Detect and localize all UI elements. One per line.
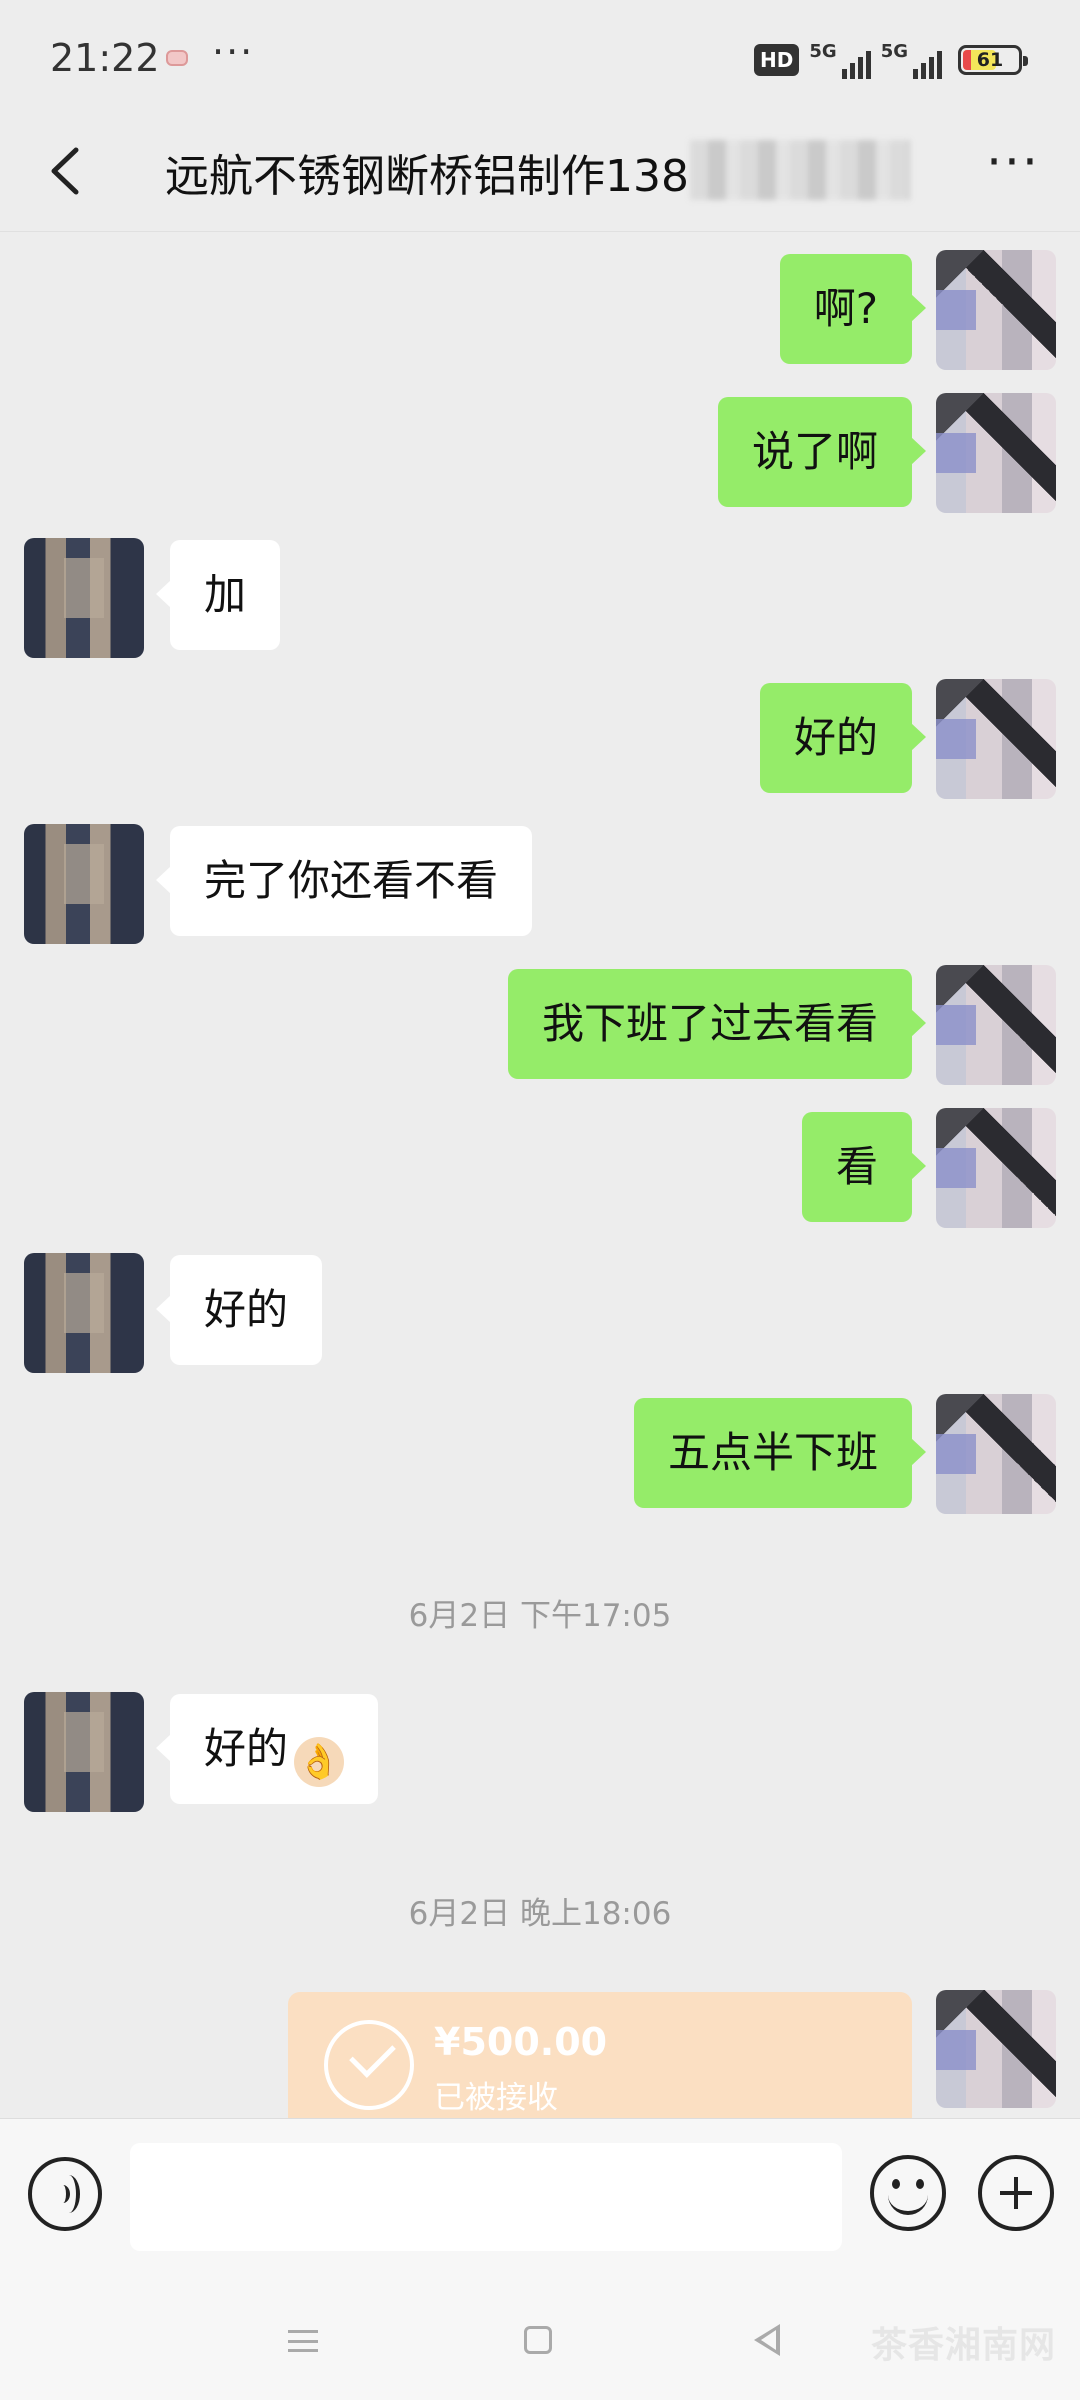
ok-hand-emoji-icon: 👌 — [294, 1737, 345, 1787]
more-icon[interactable]: ··· — [978, 137, 1048, 190]
home-icon[interactable] — [524, 2326, 552, 2354]
voice-icon[interactable] — [28, 2157, 102, 2231]
my-avatar[interactable] — [936, 1394, 1056, 1514]
message-bubble-me[interactable]: 五点半下班 — [633, 1398, 927, 1508]
contact-avatar[interactable] — [24, 1692, 144, 1812]
my-avatar[interactable] — [936, 1990, 1056, 2108]
my-avatar[interactable] — [936, 679, 1056, 799]
hd-voice-badge: HD — [754, 44, 800, 76]
message-bubble-other[interactable]: 完了你还看不看 — [155, 826, 533, 936]
contact-avatar[interactable] — [24, 824, 144, 944]
message-bubble-me[interactable]: 我下班了过去看看 — [507, 969, 927, 1079]
back-arrow-icon[interactable] — [42, 144, 92, 198]
message-input[interactable] — [130, 2143, 842, 2251]
message-bubble-other[interactable]: 好的 👌 — [155, 1694, 379, 1804]
message-bubble-me[interactable]: 啊? — [779, 254, 927, 364]
system-back-icon[interactable] — [754, 2324, 780, 2356]
input-bar — [0, 2118, 1080, 2280]
network-1-label: 5G — [809, 41, 837, 62]
chat-timestamp: 6月2日 下午17:05 — [408, 1598, 672, 1634]
signal-2-icon: 5G — [881, 41, 942, 79]
notification-app-icon — [166, 50, 188, 66]
message-bubble-other[interactable]: 好的 — [155, 1255, 323, 1365]
transfer-status: 已被接收 — [434, 2080, 558, 2116]
status-bar: 21:22 ··· HD 5G 5G 61 — [0, 0, 1080, 125]
message-bubble-me[interactable]: 看 — [801, 1112, 927, 1222]
contact-avatar[interactable] — [24, 538, 144, 658]
plus-icon[interactable] — [978, 2155, 1054, 2231]
my-avatar[interactable] — [936, 393, 1056, 513]
my-avatar[interactable] — [936, 250, 1056, 370]
signal-1-icon: 5G — [809, 41, 871, 79]
chat-header: 远航不锈钢断桥铝制作138 ··· — [0, 110, 1080, 232]
title-redaction — [690, 140, 910, 200]
chat-title[interactable]: 远航不锈钢断桥铝制作138 — [165, 140, 689, 204]
recent-apps-icon[interactable] — [288, 2330, 318, 2352]
system-navigation-bar: 茶香湘南网 — [0, 2280, 1080, 2400]
contact-avatar[interactable] — [24, 1253, 144, 1373]
transfer-amount: ¥500.00 — [434, 2020, 608, 2064]
network-2-label: 5G — [880, 41, 908, 62]
message-bubble-other[interactable]: 加 — [155, 540, 281, 650]
status-indicators: HD 5G 5G 61 — [754, 40, 1028, 80]
message-bubble-me[interactable]: 说了啊 — [717, 397, 927, 507]
message-text: 好的 — [204, 1724, 289, 1773]
watermark: 茶香湘南网 — [870, 2325, 1056, 2366]
battery-level: 61 — [976, 49, 1004, 71]
emoji-icon[interactable] — [870, 2155, 946, 2231]
my-avatar[interactable] — [936, 965, 1056, 1085]
my-avatar[interactable] — [936, 1108, 1056, 1228]
status-time: 21:22 — [50, 36, 160, 80]
chat-timestamp: 6月2日 晚上18:06 — [408, 1896, 672, 1932]
status-more-icon: ··· — [212, 30, 255, 74]
message-bubble-me[interactable]: 好的 — [759, 683, 927, 793]
transfer-card[interactable]: ¥500.00 已被接收 — [288, 1992, 912, 2122]
battery-icon: 61 — [958, 45, 1028, 75]
check-circle-icon — [324, 2020, 414, 2110]
